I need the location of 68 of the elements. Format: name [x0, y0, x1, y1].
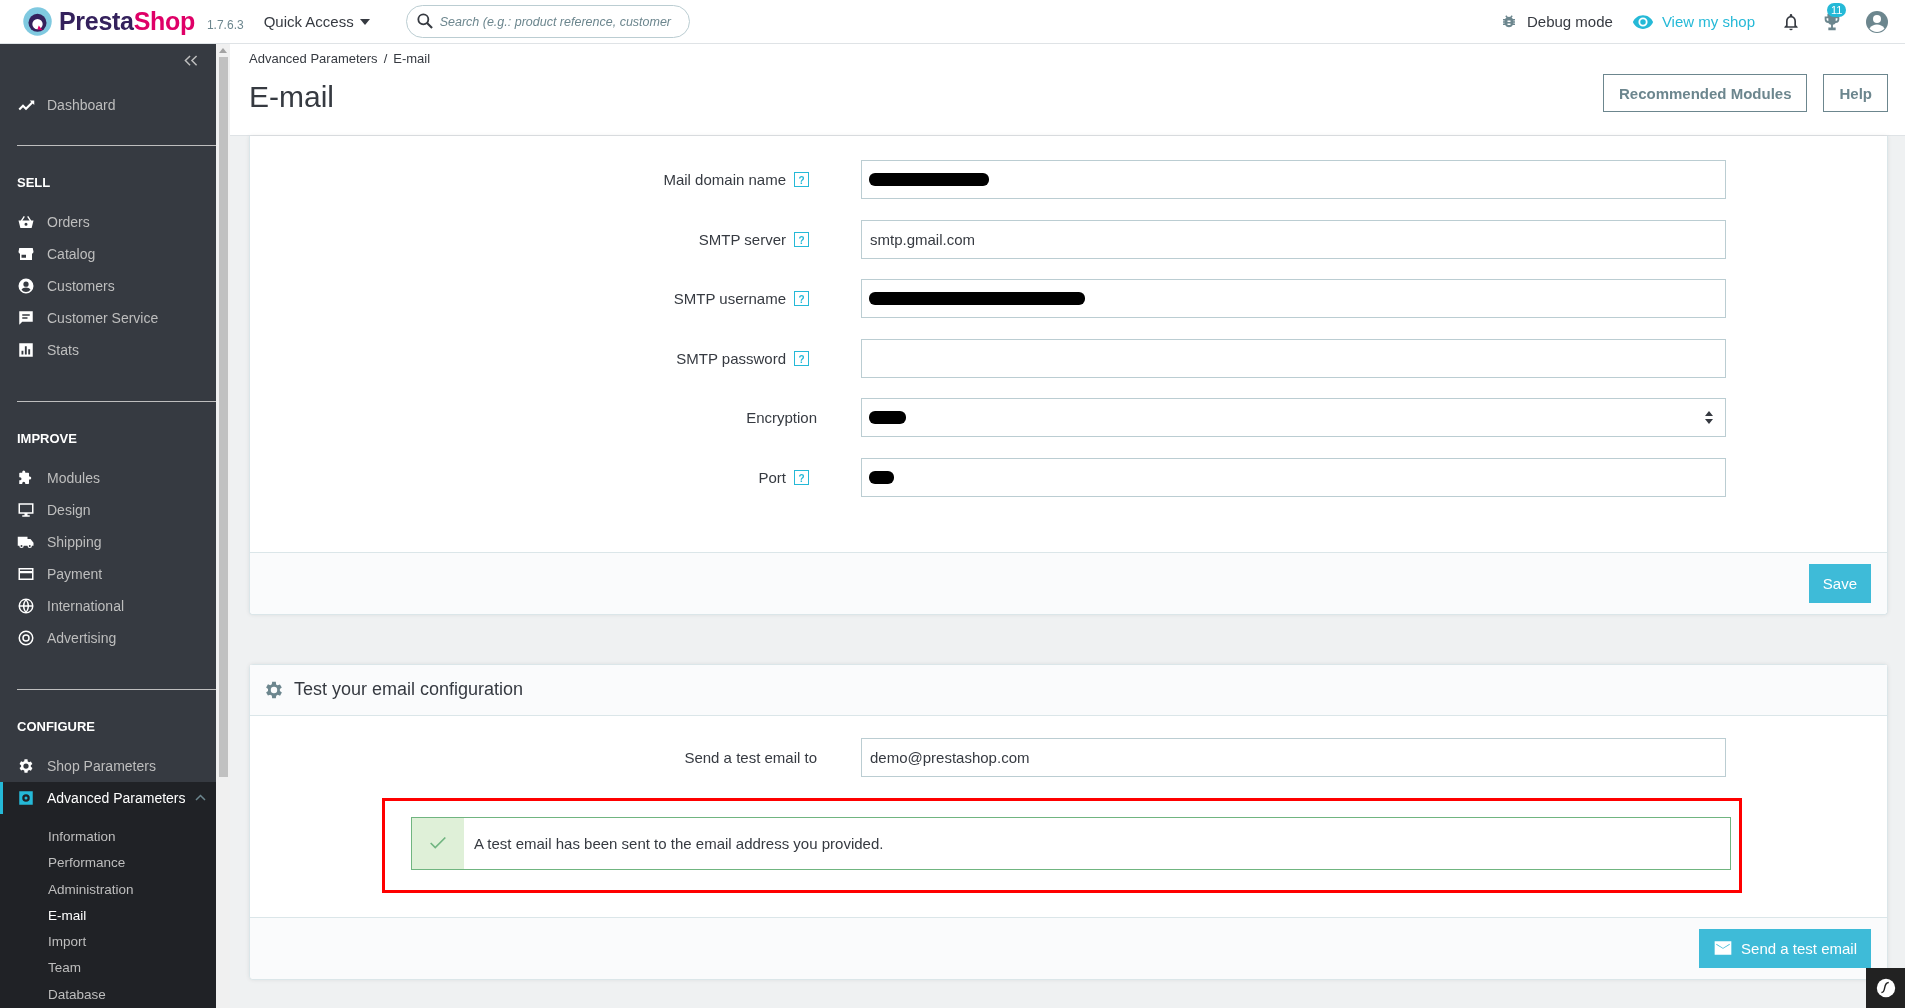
breadcrumb-link[interactable]: E-mail [393, 51, 431, 66]
sidebar-item[interactable]: Shipping [0, 525, 216, 559]
sidebar-subitem[interactable]: Team [0, 955, 216, 982]
logo-icon [22, 6, 53, 37]
bell-icon[interactable] [1781, 11, 1801, 32]
section-heading: SELL [16, 173, 52, 192]
caret-icon [359, 18, 370, 25]
sidebar-item[interactable]: Advanced Parameters [0, 781, 216, 814]
page-title: E-mail [249, 80, 335, 114]
sidebar-subitem[interactable]: Performance [0, 850, 216, 877]
search-icon [414, 11, 435, 31]
field-label: Send a test email to [684, 748, 817, 766]
field-label: SMTP password [676, 349, 786, 367]
sidebar-subitem[interactable]: Database [0, 981, 216, 1008]
sidebar-subitem[interactable]: Information [0, 823, 216, 851]
sidebar-item[interactable]: Customer Service [0, 302, 216, 335]
debug-toolbar-icon[interactable] [1866, 968, 1905, 1008]
header-button[interactable]: Recommended Modules [1602, 74, 1808, 112]
scroll-up-arrow-icon[interactable] [219, 48, 227, 53]
globe-icon [17, 597, 35, 616]
sidebar-item[interactable]: Stats [0, 334, 216, 367]
user-avatar-icon[interactable] [1865, 9, 1889, 34]
field-label: Mail domain name [663, 171, 786, 188]
sidebar-item[interactable]: Customers [0, 270, 216, 303]
sidebar-item[interactable]: Shop Parameters [0, 749, 216, 782]
sidebar-item[interactable]: Dashboard [0, 88, 216, 123]
logo-text: PrestaShop [59, 7, 195, 36]
section-heading: IMPROVE [16, 429, 78, 448]
sort-arrows-icon [1705, 411, 1713, 425]
input-field[interactable]: smtp.gmail.com [861, 219, 1726, 259]
quick-access-menu[interactable]: Quick Access [263, 13, 370, 30]
search-field[interactable]: Search (e.g.: product reference, customer [405, 5, 690, 38]
debug-mode-link[interactable]: Debug mode [1500, 12, 1613, 31]
chat-icon [17, 309, 35, 328]
header-button[interactable]: Help [1823, 74, 1888, 112]
sidebar-item[interactable]: Payment [0, 558, 216, 591]
sidebar-subitem[interactable]: Import [0, 929, 216, 956]
settings-icon [17, 756, 35, 775]
version-text: 1.7.6.3 [206, 17, 244, 32]
sidebar-item[interactable]: International [0, 590, 216, 623]
alert-message: A test email has been sent to the email address you provided. [474, 834, 884, 852]
field-label: Port [758, 468, 786, 486]
monitor-icon [17, 500, 35, 519]
select-field[interactable] [861, 398, 1726, 438]
sidebar-item[interactable]: Catalog [0, 237, 216, 271]
notification-badge: 11 [1827, 2, 1847, 17]
sidebar-item[interactable]: Advertising [0, 622, 216, 655]
input-field[interactable] [861, 338, 1726, 378]
scrollbar[interactable] [216, 44, 230, 1008]
input-field[interactable] [861, 279, 1726, 319]
sidebar-item[interactable]: Design [0, 493, 216, 526]
sidebar-item[interactable]: Orders [0, 205, 216, 238]
input-field[interactable]: demo@prestashop.com [861, 737, 1726, 777]
field-label: SMTP server [698, 230, 786, 248]
field-label: Encryption [746, 409, 817, 427]
collapse-icon[interactable] [184, 55, 198, 67]
breadcrumb-separator: / [383, 51, 388, 66]
section-heading: CONFIGURE [16, 717, 96, 736]
field-label: SMTP username [673, 290, 786, 308]
sidebar-item[interactable]: Modules [0, 461, 216, 494]
breadcrumb-link[interactable]: Advanced Parameters [249, 51, 378, 66]
card-title: Test your email configuration [294, 679, 524, 701]
input-field[interactable] [861, 457, 1726, 497]
target-icon [17, 629, 35, 648]
sidebar-subitem[interactable]: Administration [0, 876, 216, 903]
bar-chart-icon [17, 341, 35, 360]
sidebar-subitem[interactable]: E-mail [0, 902, 216, 930]
input-field[interactable] [861, 160, 1726, 199]
